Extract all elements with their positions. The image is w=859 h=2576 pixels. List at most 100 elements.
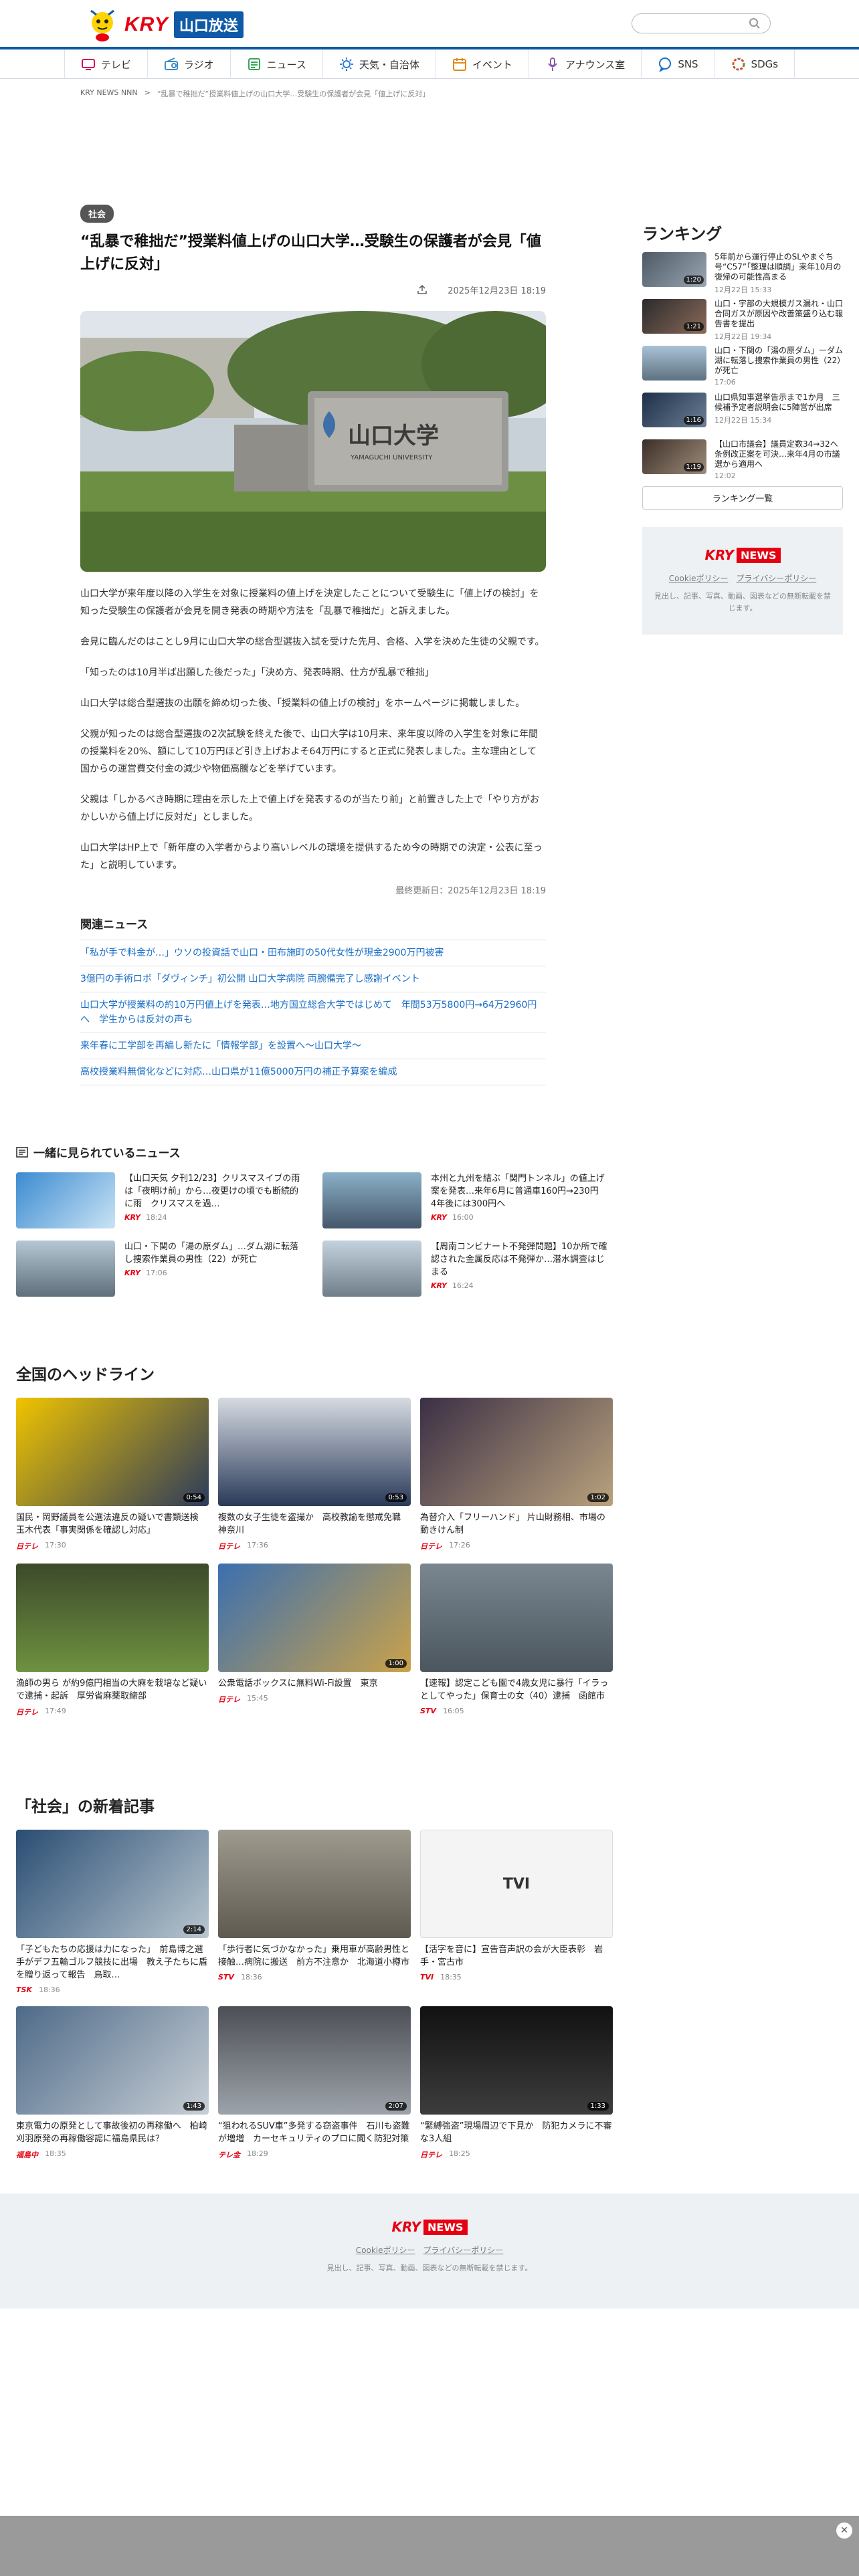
headline-card[interactable]: 1:02 為替介入「フリーハンド」 片山財務相、市場の動きけん制 日テレ 17:26 xyxy=(420,1398,613,1551)
headline-thumbnail: 1:00 xyxy=(218,1564,411,1672)
headline-thumbnail: 0:53 xyxy=(218,1398,411,1506)
nav-item-label: アナウンス室 xyxy=(565,58,626,71)
social-card[interactable]: 「歩行者に気づかなかった」乗用車が高齢男性と接触…病院に搬送 前方不注意か 北海… xyxy=(218,1830,411,1994)
social-card[interactable]: 2:07 “狙われるSUV車”多発する窃盗事件 石川も盗難が増増 カーセキュリティ… xyxy=(218,2006,411,2160)
popular-item[interactable]: 本州と九州を結ぶ「関門トンネル」の値上げ案を発表…来年6月に普通車160円→23… xyxy=(322,1172,611,1228)
nav-item-event[interactable]: イベント xyxy=(435,49,529,79)
site-footer: KRY NEWS Cookieポリシー プライバシーポリシー 見出し、記事、写真、動… xyxy=(0,2193,859,2309)
footer-privacy-policy-link[interactable]: プライバシーポリシー xyxy=(423,2246,503,2255)
ranking-thumbnail: 1:20 xyxy=(642,252,706,287)
search-input[interactable] xyxy=(642,15,749,32)
related-link[interactable]: 3億円の手術ロボ「ダヴィンチ」初公開 山口大学病院 両腕備完了し感謝イベント xyxy=(80,966,546,992)
headline-title: 国民・岡野議員を公選法違反の疑いで書類送検 玉木代表「事実関係を確認し対応」 xyxy=(16,1513,207,1535)
category-badge[interactable]: 社会 xyxy=(80,205,114,223)
related-link[interactable]: 「私が手で料金が…」ウソの投資話で山口・田布施町の50代女性が現金2900万円被… xyxy=(80,940,546,966)
headline-thumbnail: 0:54 xyxy=(16,1398,209,1506)
social-title: 「子どもたちの応援は力になった」 前島博之選手がデフ五輪ゴルフ競技に出場 教え子… xyxy=(16,1945,208,1980)
national-heading: 全国のヘッドライン xyxy=(16,1366,155,1384)
headline-card[interactable]: 1:00 公衆電話ボックスに無料Wi-Fi設置 東京 日テレ 15:45 xyxy=(218,1564,411,1717)
sun-icon xyxy=(339,58,353,71)
social-card[interactable]: 2:14 「子どもたちの応援は力になった」 前島博之選手がデフ五輪ゴルフ競技に出場… xyxy=(16,1830,209,1994)
ranking-title: 山口県知事選挙告示まで1か月 三候補予定者説明会に5陣営が出席 xyxy=(714,393,840,412)
social-title: 東京電力の原発として事故後初の再稼働へ 柏崎刈羽原発の再稼働容認に福島県民は？ xyxy=(16,2121,207,2144)
nav-item-sdgs[interactable]: SDGs xyxy=(714,49,795,79)
nav-item-announcers[interactable]: アナウンス室 xyxy=(528,49,641,79)
footer-copyright-note: 見出し、記事、写真、動画、図表などの無断転載を禁じます。 xyxy=(326,2264,533,2272)
university-sign-photo: 山口大学 YAMAGUCHI UNIVERSITY xyxy=(80,311,546,572)
search-box xyxy=(632,13,771,33)
social-card[interactable]: TVI 【活字を音に】宣告音声訳の会が大臣表彰 岩手・宮古市 TVI 18:35 xyxy=(420,1830,613,1994)
article-paragraph: 会見に臨んだのはことし9月に山口大学の総合型選抜入試を受けた先月、合格、入学を決… xyxy=(80,637,545,647)
article-paragraph: 山口大学は総合型選抜の出願を締め切った後、「授業料の値上げの検討」をホームページ… xyxy=(80,698,525,709)
popular-item[interactable]: 【周南コンビナート不発弾問題】10か所で確認された金属反応は不発弾か…潜水調査は… xyxy=(322,1241,611,1297)
social-card[interactable]: 1:43 東京電力の原発として事故後初の再稼働へ 柏崎刈羽原発の再稼働容認に福島県… xyxy=(16,2006,209,2160)
ranking-title: 【山口市議会】議員定数34→32へ条例改正案を可決…来年4月の市議選から適用へ xyxy=(714,439,840,469)
nav-item-label: ニュース xyxy=(266,58,306,71)
article-meta: 2025年12月23日 18:19 xyxy=(80,279,546,300)
popular-item[interactable]: 【山口天気 夕刊12/23】クリスマスイブの雨は「夜明け前」から…夜更けの頃でも… xyxy=(16,1172,305,1228)
nav-item-tv[interactable]: テレビ xyxy=(64,49,147,79)
ranking-time: 12月22日 15:34 xyxy=(714,416,772,425)
article-paragraph: 「知ったのは10月半ば出願した後だった」「決め方、発表時期、仕方が乱暴で稚拙」 xyxy=(80,667,434,678)
tv-icon xyxy=(81,59,95,70)
ranking-more-button[interactable]: ランキング一覧 xyxy=(642,486,843,510)
ranking-thumbnail: 1:19 xyxy=(642,439,706,474)
popular-item[interactable]: 山口・下関の「湯の原ダム」…ダム湖に転落し捜索作業員の男性（22）が死亡 KRY 1… xyxy=(16,1241,305,1297)
popular-thumbnail xyxy=(322,1241,421,1297)
chevron-right-icon: > xyxy=(144,88,151,97)
social-title: 【活字を音に】宣告音声訳の会が大臣表彰 岩手・宮古市 xyxy=(420,1945,603,1967)
privacy-policy-link[interactable]: プライバシーポリシー xyxy=(736,574,816,583)
popular-title: 本州と九州を結ぶ「関門トンネル」の値上げ案を発表…来年6月に普通車160円→23… xyxy=(431,1174,607,1209)
social-card[interactable]: 1:33 “緊縛強盗”現場周辺で下見か 防犯カメラに不審な3人組 日テレ 18:25 xyxy=(420,2006,613,2160)
search-icon[interactable] xyxy=(749,17,761,29)
social-thumbnail: 1:33 xyxy=(420,2006,613,2115)
ranking-item[interactable]: 1:19 【山口市議会】議員定数34→32へ条例改正案を可決…来年4月の市議選か… xyxy=(642,439,843,480)
related-link[interactable]: 高校授業料無償化などに対応…山口県が11億5000万円の補正予算案を編成 xyxy=(80,1059,546,1085)
social-thumbnail: TVI xyxy=(420,1830,613,1938)
nav-item-news[interactable]: ニュース xyxy=(229,49,322,79)
popular-thumbnail xyxy=(322,1172,421,1228)
popular-thumbnail xyxy=(16,1241,115,1297)
global-nav: テレビ ラジオ ニュース 天気・自治体 イベント アナウンス室 SNS SDGs xyxy=(0,49,859,79)
related-link[interactable]: 山口大学が授業料の約10万円値上げを発表…地方国立総合大学ではじめて 年間53万… xyxy=(80,992,546,1033)
ranking-heading: ランキング xyxy=(642,225,723,243)
sdgs-icon xyxy=(732,58,745,71)
nav-item-radio[interactable]: ラジオ xyxy=(147,49,230,79)
bottom-ad-overlay: ✕ xyxy=(0,2516,859,2576)
nav-item-label: 天気・自治体 xyxy=(359,58,419,71)
headline-card[interactable]: 漁師の男ら が約9億円相当の大麻を栽培など疑いで逮捕・起訴 厚労省麻薬取締部 日テ… xyxy=(16,1564,209,1717)
site-header: KRY 山口放送 xyxy=(0,0,859,49)
headline-card[interactable]: 【速報】認定こども園で4歳女児に暴行「イラっとしてやった」保育士の女（40）逮捕… xyxy=(420,1564,613,1717)
cookie-policy-link[interactable]: Cookieポリシー xyxy=(669,574,729,583)
ranking-item[interactable]: 山口・下関の「湯の原ダム」ーダム湖に転落し捜索作業員の男性（22）が死亡 17:0… xyxy=(642,346,843,387)
logo-station: 山口放送 xyxy=(173,11,244,38)
related-news: 関連ニュース 「私が手で料金が…」ウソの投資話で山口・田布施町の50代女性が現金… xyxy=(80,915,546,1085)
nav-item-sns[interactable]: SNS xyxy=(641,49,714,79)
ranking-item[interactable]: 1:16 山口県知事選挙告示まで1か月 三候補予定者説明会に5陣営が出席 12月2… xyxy=(642,393,843,427)
ranking-item[interactable]: 1:20 5年前から運行停止のSLやまぐち号“C57”「整理は順調」来年10月の… xyxy=(642,252,843,294)
headline-thumbnail xyxy=(16,1564,209,1672)
article-paragraph: 父親は「しかるべき時期に理由を示した上で値上げを発表するのが当たり前」と前置きし… xyxy=(80,794,539,823)
svg-text:山口大学: 山口大学 xyxy=(348,423,439,449)
breadcrumb-home[interactable]: KRY NEWS NNN xyxy=(80,88,138,99)
breadcrumb: KRY NEWS NNN > “乱暴で稚拙だ”授業料値上げの山口大学…受験生の保… xyxy=(80,88,430,99)
share-icon[interactable] xyxy=(417,284,427,295)
ranking-item[interactable]: 1:21 山口・宇部の大規模ガス漏れ・山口合同ガスが原因や改善策盛り込む報告書を… xyxy=(642,299,844,341)
popular-news: 一緒に見られているニュース 【山口天気 夕刊12/23】クリスマスイブの雨は「夜… xyxy=(16,1144,611,1297)
calendar-icon xyxy=(452,58,466,71)
headline-card[interactable]: 0:54 国民・岡野議員を公選法違反の疑いで書類送検 玉木代表「事実関係を確認し対… xyxy=(16,1398,209,1551)
related-heading: 関連ニュース xyxy=(80,915,546,940)
ranking-title: 山口・宇部の大規模ガス漏れ・山口合同ガスが原因や改善策盛り込む報告書を提出 xyxy=(714,299,844,328)
social-thumbnail: 2:14 xyxy=(16,1830,209,1938)
sidebar-news-box: KRY NEWS Cookieポリシー プライバシーポリシー 見出し、記事、写真、動… xyxy=(642,527,843,635)
related-link[interactable]: 来年春に工学部を再編し新たに「情報学部」を設置へ〜山口大学〜 xyxy=(80,1033,546,1059)
popular-title: 山口・下関の「湯の原ダム」…ダム湖に転落し捜索作業員の男性（22）が死亡 xyxy=(124,1242,299,1265)
nav-item-weather[interactable]: 天気・自治体 xyxy=(322,49,436,79)
headline-title: 漁師の男ら が約9億円相当の大麻を栽培など疑いで逮捕・起訴 厚労省麻薬取締部 xyxy=(16,1679,207,1701)
headline-card[interactable]: 0:53 複数の女子生徒を盗撮か 高校教諭を懲戒免職 神奈川 日テレ 17:36 xyxy=(218,1398,411,1551)
close-icon[interactable]: ✕ xyxy=(836,2523,852,2539)
article-date: 2025年12月23日 18:19 xyxy=(448,286,546,296)
site-logo[interactable]: KRY 山口放送 xyxy=(86,5,244,44)
footer-cookie-policy-link[interactable]: Cookieポリシー xyxy=(356,2246,415,2255)
ranking-time: 17:06 xyxy=(714,378,736,387)
